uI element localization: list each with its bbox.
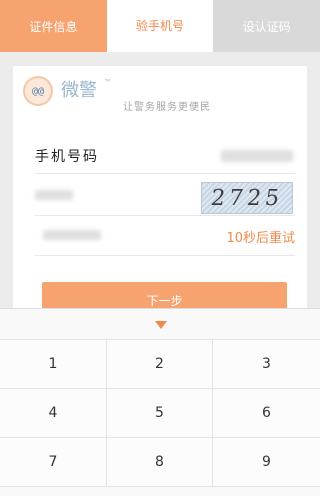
key-2[interactable]: 2 — [107, 340, 213, 389]
step-tabs: 证件信息 验手机号 设认证码 — [0, 0, 320, 52]
tab-set-code[interactable]: 设认证码 — [213, 0, 320, 52]
key-8[interactable]: 8 — [107, 438, 213, 487]
numeric-keyboard: 1 2 3 4 5 6 7 8 9 — [0, 308, 320, 496]
key-7[interactable]: 7 — [0, 438, 107, 487]
phone-row: 手机号码 — [35, 142, 295, 174]
key-grid: 1 2 3 4 5 6 7 8 9 — [0, 339, 320, 496]
captcha-image[interactable]: 2725 — [201, 182, 293, 214]
sms-code-row[interactable]: 10秒后重试 — [35, 216, 295, 256]
brand-name: 微警 — [61, 80, 97, 101]
captcha-text: 2725 — [209, 185, 285, 211]
phone-value-redacted — [221, 150, 293, 162]
form-card: @@ 微警 ™ 让警务服务更便民 手机号码 2725 10秒后重试 下一步 — [13, 66, 307, 326]
captcha-row[interactable]: 2725 — [35, 176, 295, 216]
retry-countdown: 10秒后重试 — [226, 231, 295, 246]
brand-slogan: 让警务服务更便民 — [123, 102, 211, 113]
key-3[interactable]: 3 — [213, 340, 320, 389]
phone-label: 手机号码 — [35, 149, 99, 165]
captcha-input-redacted[interactable] — [35, 190, 73, 200]
brand-trademark: ™ — [104, 78, 112, 87]
tab-id-info[interactable]: 证件信息 — [0, 0, 107, 52]
key-6[interactable]: 6 — [213, 389, 320, 438]
sms-code-redacted[interactable] — [43, 230, 101, 240]
police-logo: @@ — [23, 76, 53, 106]
key-9[interactable]: 9 — [213, 438, 320, 487]
chevron-down-icon[interactable] — [155, 321, 167, 331]
key-4[interactable]: 4 — [0, 389, 107, 438]
key-5[interactable]: 5 — [107, 389, 213, 438]
tab-verify-phone[interactable]: 验手机号 — [106, 0, 214, 52]
logo-face: @@ — [25, 78, 51, 104]
key-1[interactable]: 1 — [0, 340, 107, 389]
